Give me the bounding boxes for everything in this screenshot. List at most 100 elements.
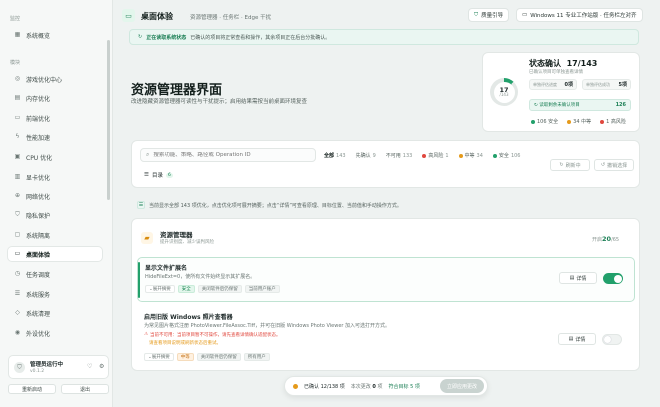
sidebar-item-frontend[interactable]: ▭ 前端优化: [8, 111, 102, 125]
heart-icon[interactable]: ♡: [87, 363, 92, 370]
info-icon: ☰: [137, 201, 145, 209]
schedule-icon: ◷: [14, 270, 21, 277]
group-subtitle: 提升识别度、减少误判风险: [160, 240, 214, 245]
search-box[interactable]: ⌕: [140, 148, 316, 162]
sidebar-item-cleanup[interactable]: ◇ 系统清理: [8, 306, 102, 320]
gear-icon[interactable]: ⚙: [99, 363, 104, 370]
reboot-button[interactable]: 重新启动: [8, 384, 56, 394]
status-dot: [293, 383, 298, 389]
exit-button[interactable]: 退出: [61, 384, 109, 394]
document-icon: ▤: [568, 336, 574, 342]
undo-button[interactable]: ↺ 撤销选择: [594, 159, 634, 171]
sidebar-item-cpu[interactable]: ▣ CPU 优化: [8, 150, 102, 164]
filter-chip-unavailable[interactable]: 不可用 133: [386, 152, 413, 160]
system-info-button[interactable]: ▭ Windows 11 专业工作站版 · 任务栏左对齐: [516, 8, 643, 22]
status-card: 17 /143 状态确认 17/143 已确认项目可单独查看详情 单独评估进度 0…: [482, 52, 640, 132]
list-item[interactable]: 启用旧版 Windows 照片查看器 为常见图片格式注册 PhotoViewer…: [137, 307, 635, 369]
eval-success-cell: 单独评估成功 5项: [582, 79, 631, 90]
refresh-icon: ↻: [138, 34, 143, 40]
detail-button[interactable]: ▤ 详情: [559, 272, 597, 284]
scope-badge: 当前用户账户: [244, 285, 280, 293]
sidebar-item-desktop[interactable]: ▭ 桌面体验: [8, 247, 102, 261]
bottom-action-bar: 已确认 12/138 项 本次更改 0 项 符合目标 5 项 立即应用更改: [284, 376, 488, 396]
monitor-icon: ▭: [14, 114, 21, 121]
scope-badge: 所有用户: [243, 353, 270, 361]
sidebar-item-privacy[interactable]: ⛉ 隐私保护: [8, 208, 102, 222]
sidebar-item-overview[interactable]: ▦ 系统概览: [8, 28, 102, 42]
filter-chips: 全部 143 先确认 9 不可用 133 高风险 1 中等 34 安全 106: [324, 152, 520, 160]
toggle-switch[interactable]: [603, 273, 623, 284]
search-icon: ⌕: [146, 151, 150, 158]
filter-chip-high[interactable]: 高风险 1: [422, 152, 449, 159]
list-icon: ☰: [144, 172, 149, 178]
grid-icon: ▦: [14, 31, 21, 38]
shield-icon: ⛉: [15, 211, 20, 218]
refresh-button[interactable]: ↻ 刷新中: [550, 159, 590, 171]
folder-icon: ▰: [141, 232, 153, 244]
risk-badge: 安全: [177, 285, 195, 293]
sidebar-scrollbar[interactable]: [107, 40, 110, 200]
mouse-icon: ◉: [14, 329, 21, 336]
persist-badge: 关闭软件后仍保留: [196, 353, 241, 361]
item-desc: HideFileExt=0，使所有文件始终显示其扩展名。: [145, 274, 256, 280]
warning-icon: ⚠: [144, 332, 149, 337]
item-desc: 为常见图片格式注册 PhotoViewer.FileAssoc.Tiff，并可在…: [144, 323, 391, 329]
hint-text: 请查看项目说明或刷新状态后重试。: [149, 341, 221, 346]
user-name: 管理员运行中: [30, 362, 64, 368]
apply-button[interactable]: 立即应用更改: [439, 379, 484, 393]
sidebar-item-game[interactable]: ◎ 游戏优化中心: [8, 72, 102, 86]
sidebar-item-performance[interactable]: ϟ 性能加速: [8, 130, 102, 144]
undo-icon: ↺: [600, 162, 606, 168]
sidebar-item-schedule[interactable]: ◷ 任务调度: [8, 267, 102, 281]
desktop-icon: ▭: [14, 250, 21, 257]
desktop-icon: ▭: [122, 9, 135, 22]
guide-button[interactable]: ⛉ 质量引导: [468, 8, 510, 22]
ring-sub: /143: [499, 92, 509, 98]
app-version: v0.1.2: [30, 369, 45, 374]
broom-icon: ◇: [15, 309, 20, 316]
confirmed-count: 已确认 12/138 项: [304, 383, 345, 390]
detail-button[interactable]: ▤ 详情: [558, 333, 596, 345]
target-count: 符合目标 5 项: [388, 383, 420, 390]
sidebar-item-network[interactable]: ⊕ 网络优化: [8, 189, 102, 203]
expand-summary-button[interactable]: ⌄ 展开摘要: [145, 285, 175, 293]
item-tags: ⌄ 展开摘要 中等 关闭软件后仍保留 所有用户: [144, 353, 270, 361]
search-input[interactable]: [153, 152, 314, 158]
sidebar-item-services[interactable]: ☰ 系统服务: [8, 287, 102, 301]
gpu-icon: ▥: [14, 173, 21, 180]
sidebar-section-monitor: 监控: [10, 16, 21, 22]
toc-button[interactable]: ☰ 目录 6: [144, 169, 173, 181]
reading-progress: ↻ 读取剩余未确认项目 126: [529, 99, 631, 111]
page-title: 桌面体验: [141, 12, 173, 21]
memory-icon: ▤: [14, 94, 21, 101]
group-title: 资源管理器: [160, 231, 193, 239]
status-notice: ↻ 正在读取系统状态 已确认的项目将正常查看和操作，其余项目正在后台分批确认。: [129, 29, 639, 45]
status-title: 状态确认 17/143: [529, 59, 598, 68]
filter-chip-confirm[interactable]: 先确认 9: [356, 152, 376, 160]
sidebar-item-peripheral[interactable]: ◉ 外设优化: [8, 326, 102, 340]
toggle-switch[interactable]: [602, 334, 622, 345]
sidebar: 监控 ▦ 系统概览 模块 ◎ 游戏优化中心 ▤ 内存优化 ▭ 前端优化 ϟ 性能加速 ▣ C…: [0, 0, 113, 407]
sidebar-item-isolation[interactable]: ▢ 系统隔离: [8, 228, 102, 242]
sidebar-item-memory[interactable]: ▤ 内存优化: [8, 91, 102, 105]
sidebar-section-modules: 模块: [10, 60, 21, 66]
hero-subtitle: 改进隐藏资源管理器可读性与干扰提示；启用结果需按当前桌面环境复查: [131, 99, 308, 105]
network-icon: ⊕: [14, 192, 21, 199]
expand-summary-button[interactable]: ⌄ 展开摘要: [144, 353, 174, 361]
group-enabled-count: 开启20/65: [592, 235, 620, 243]
filter-chip-all[interactable]: 全部 143: [324, 152, 346, 160]
sidebar-item-gpu[interactable]: ▥ 显卡优化: [8, 170, 102, 184]
shield-icon: ⛉: [474, 11, 479, 18]
monitor-icon: ▭: [522, 12, 528, 18]
item-title: 启用旧版 Windows 照片查看器: [144, 314, 233, 321]
gamepad-icon: ◎: [14, 75, 21, 82]
filter-chip-safe[interactable]: 安全 106: [492, 152, 520, 159]
list-item[interactable]: 显示文件扩展名 HideFileExt=0，使所有文件始终显示其扩展名。 ⌄ 展…: [137, 257, 635, 302]
risk-legend: 106 安全 34 中等 1 高风险: [531, 118, 626, 125]
filter-card: ⌕ 全部143 先确认9 不可用133 高风险1 中等34 安全106 ↻刷新中…: [131, 140, 640, 188]
cpu-icon: ▣: [14, 153, 21, 160]
eval-progress-cell: 单独评估进度 0项: [529, 79, 577, 90]
progress-ring: 17 /143: [490, 78, 518, 106]
bolt-icon: ϟ: [15, 133, 20, 140]
filter-chip-medium[interactable]: 中等 34: [458, 152, 483, 159]
